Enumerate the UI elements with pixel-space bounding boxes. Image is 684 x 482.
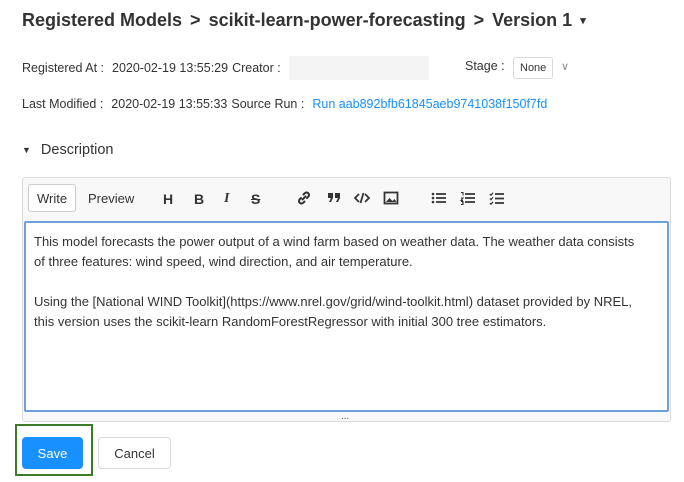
image-icon[interactable]	[383, 190, 399, 210]
caret-down-icon[interactable]: ▾	[580, 14, 586, 27]
creator-label: Creator :	[232, 61, 281, 75]
collapse-triangle-icon: ▼	[22, 145, 31, 155]
last-modified-label: Last Modified :	[22, 97, 104, 111]
bold-icon[interactable]: B	[194, 190, 204, 208]
description-label: Description	[40, 142, 114, 158]
editor-toolbar: Write Preview H B I S	[23, 178, 670, 220]
strikethrough-icon[interactable]: S	[251, 190, 260, 208]
stage-label: Stage :	[465, 59, 505, 73]
tab-preview[interactable]: Preview	[80, 184, 142, 212]
unordered-list-icon[interactable]	[431, 190, 447, 210]
source-run-label: Source Run :	[231, 97, 305, 111]
italic-icon[interactable]: I	[224, 190, 229, 208]
resize-handle[interactable]: ...	[341, 412, 349, 422]
last-modified-value: 2020-02-19 13:55:33	[111, 97, 228, 111]
meta-row-modified: Last Modified : 2020-02-19 13:55:33 Sour…	[22, 95, 547, 113]
markdown-editor: Write Preview H B I S This model forecas…	[22, 177, 671, 422]
heading-icon[interactable]: H	[163, 190, 173, 208]
checklist-icon[interactable]	[489, 190, 505, 210]
creator-value	[288, 56, 429, 80]
link-icon[interactable]	[296, 190, 312, 210]
registered-at-value: 2020-02-19 13:55:29	[112, 61, 229, 75]
text-line: This model forecasts the power output of…	[34, 234, 635, 249]
tab-write[interactable]: Write	[28, 184, 77, 212]
cancel-button[interactable]: Cancel	[98, 437, 171, 469]
breadcrumb-model-name[interactable]: scikit-learn-power-forecasting	[209, 10, 466, 31]
breadcrumb: Registered Models > scikit-learn-power-f…	[22, 10, 586, 31]
breadcrumb-separator: >	[473, 10, 485, 30]
stage-select[interactable]: None	[513, 57, 554, 79]
breadcrumb-version[interactable]: Version 1	[492, 10, 572, 31]
source-run-link[interactable]: Run aab892bfb61845aeb9741038f150f7fd	[312, 97, 547, 111]
text-line: of three features: wind speed, wind dire…	[34, 254, 413, 269]
text-line: Using the [National WIND Toolkit](https:…	[34, 294, 633, 309]
meta-row-registered: Registered At : 2020-02-19 13:55:29 Crea…	[22, 56, 429, 80]
quote-icon[interactable]	[326, 189, 342, 209]
description-toggle[interactable]: ▼ Description	[22, 142, 113, 158]
registered-at-label: Registered At :	[22, 61, 104, 75]
code-icon[interactable]	[353, 190, 371, 210]
stage-value: None	[520, 62, 547, 74]
ordered-list-icon[interactable]	[459, 190, 476, 210]
chevron-down-icon[interactable]: ∨	[561, 60, 569, 73]
save-button[interactable]: Save	[22, 437, 83, 469]
description-textarea[interactable]: This model forecasts the power output of…	[24, 221, 669, 412]
breadcrumb-separator: >	[190, 10, 201, 30]
text-line: this version uses the scikit-learn Rando…	[34, 314, 547, 329]
text-line	[34, 272, 659, 292]
breadcrumb-registered-models[interactable]: Registered Models	[22, 10, 182, 31]
